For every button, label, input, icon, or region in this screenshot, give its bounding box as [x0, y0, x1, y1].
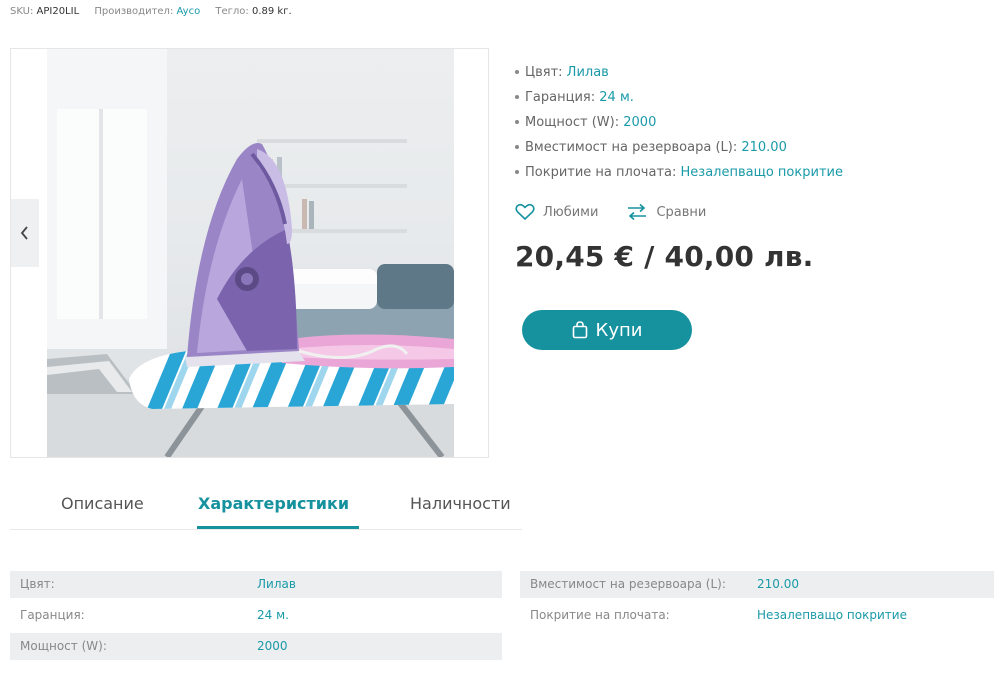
buy-label: Купи [595, 319, 643, 341]
tab-description[interactable]: Описание [61, 494, 144, 513]
tab-availability[interactable]: Наличности [410, 494, 511, 513]
product-tabs: Описание Характеристики Наличности [10, 480, 522, 530]
spec-summary-item: Цвят: Лилав [515, 60, 843, 85]
spec-summary-item: Покритие на плочата: Незалепващо покрити… [515, 160, 843, 185]
product-meta: SKU: API20LIL Производител: Ayco Тегло: … [10, 6, 304, 17]
table-row-label: Мощност (W): [20, 639, 107, 653]
spec-value: Незалепващо покритие [680, 165, 843, 180]
heart-icon [515, 203, 535, 221]
table-row-value: Лилав [257, 577, 296, 591]
spec-value: Лилав [566, 65, 609, 80]
spec-summary-item: Мощност (W): 2000 [515, 110, 843, 135]
spec-label: Мощност (W): [525, 115, 620, 130]
spec-label: Цвят: [525, 65, 563, 80]
table-row-label: Вместимост на резервоара (L): [530, 577, 726, 591]
shopping-bag-icon [572, 321, 587, 339]
spec-summary-item: Гаранция: 24 м. [515, 85, 843, 110]
table-row-value: 210.00 [757, 577, 799, 591]
product-actions: Любими Сравни [515, 203, 734, 221]
spec-summary-list: Цвят: Лилав Гаранция: 24 м. Мощност (W):… [515, 60, 843, 185]
weight-value: 0.89 kг. [251, 6, 292, 17]
spec-value: 2000 [623, 115, 657, 130]
spec-value: 210.00 [741, 140, 787, 155]
table-row-label: Цвят: [20, 577, 55, 591]
active-tab-indicator [197, 526, 359, 529]
product-image[interactable] [47, 49, 454, 457]
table-row: Вместимост на резервоара (L): 210.00 [520, 571, 994, 598]
table-row-value: 2000 [257, 639, 288, 653]
weight-label: Тегло: [215, 6, 249, 17]
spec-label: Гаранция: [525, 90, 596, 105]
manufacturer-link[interactable]: Ayco [177, 6, 201, 17]
compare-label: Сравни [656, 204, 707, 220]
chevron-left-icon [20, 226, 28, 240]
gallery-prev-button[interactable] [11, 199, 39, 267]
table-row-label: Гаранция: [20, 608, 85, 622]
tab-characteristics[interactable]: Характеристики [198, 494, 349, 513]
table-row: Гаранция: 24 м. [10, 602, 502, 629]
sku-label: SKU: [10, 6, 34, 17]
sku-value: API20LIL [36, 6, 80, 17]
manufacturer-label: Производител: [94, 6, 174, 17]
table-row: Мощност (W): 2000 [10, 633, 502, 660]
table-row: Цвят: Лилав [10, 571, 502, 598]
compare-arrows-icon [628, 203, 647, 221]
spec-label: Покритие на плочата: [525, 165, 677, 180]
product-gallery [10, 48, 489, 458]
product-price: 20,45 € / 40,00 лв. [515, 240, 814, 273]
spec-summary-item: Вместимост на резервоара (L): 210.00 [515, 135, 843, 160]
spec-value: 24 м. [599, 90, 634, 105]
favorites-label: Любими [543, 204, 599, 220]
table-row-value: Незалепващо покритие [757, 608, 907, 622]
spec-label: Вместимост на резервоара (L): [525, 140, 738, 155]
favorites-button[interactable]: Любими [515, 203, 598, 221]
table-row: Покритие на плочата: Незалепващо покрити… [520, 602, 994, 629]
table-row-value: 24 м. [257, 608, 289, 622]
buy-button[interactable]: Купи [522, 310, 692, 350]
table-row-label: Покритие на плочата: [530, 608, 670, 622]
compare-button[interactable]: Сравни [626, 203, 706, 221]
